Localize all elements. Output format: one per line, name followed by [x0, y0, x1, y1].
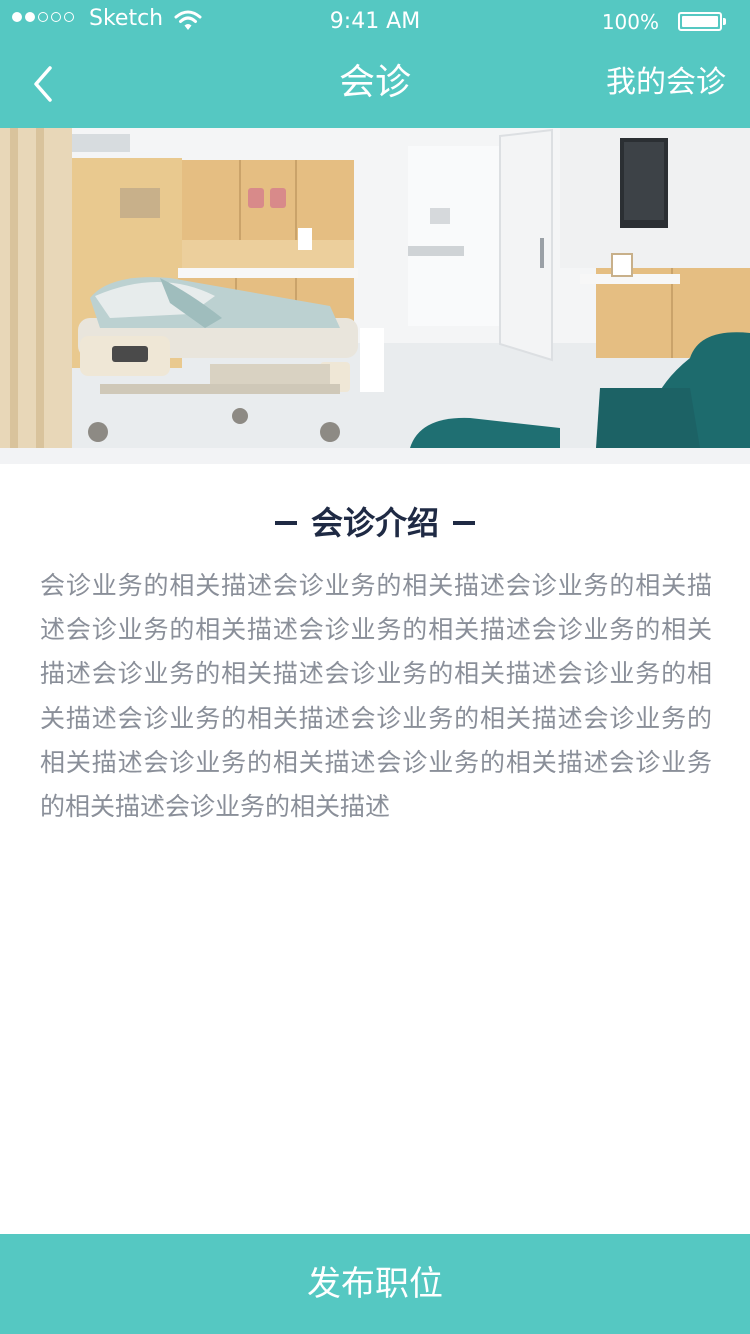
hospital-room-illustration	[0, 128, 750, 448]
heading-dash-left	[274, 521, 297, 525]
intro-description: 会诊业务的相关描述会诊业务的相关描述会诊业务的相关描述会诊业务的相关描述会诊业务…	[40, 571, 712, 822]
intro-heading-text: 会诊介绍	[310, 504, 439, 542]
app-header: Sketch 9:41 AM 100% 会诊 我的会诊	[0, 0, 750, 128]
navigation-bar: 会诊 我的会诊	[0, 40, 750, 128]
intro-heading: 会诊介绍	[0, 500, 750, 546]
battery-percent: 100%	[601, 10, 659, 34]
consultation-screen: Sketch 9:41 AM 100% 会诊 我的会诊 会诊介绍 会诊业务的相关…	[0, 0, 750, 1334]
battery-icon	[678, 12, 726, 31]
section-divider	[0, 448, 750, 464]
hospital-room-photo	[0, 128, 750, 448]
my-consultations-link[interactable]: 我的会诊	[606, 40, 726, 126]
chevron-left-icon[interactable]	[20, 60, 68, 108]
heading-dash-right	[453, 521, 475, 525]
status-bar: Sketch 9:41 AM 100%	[0, 0, 750, 40]
publish-position-button[interactable]: 发布职位	[0, 1234, 750, 1334]
